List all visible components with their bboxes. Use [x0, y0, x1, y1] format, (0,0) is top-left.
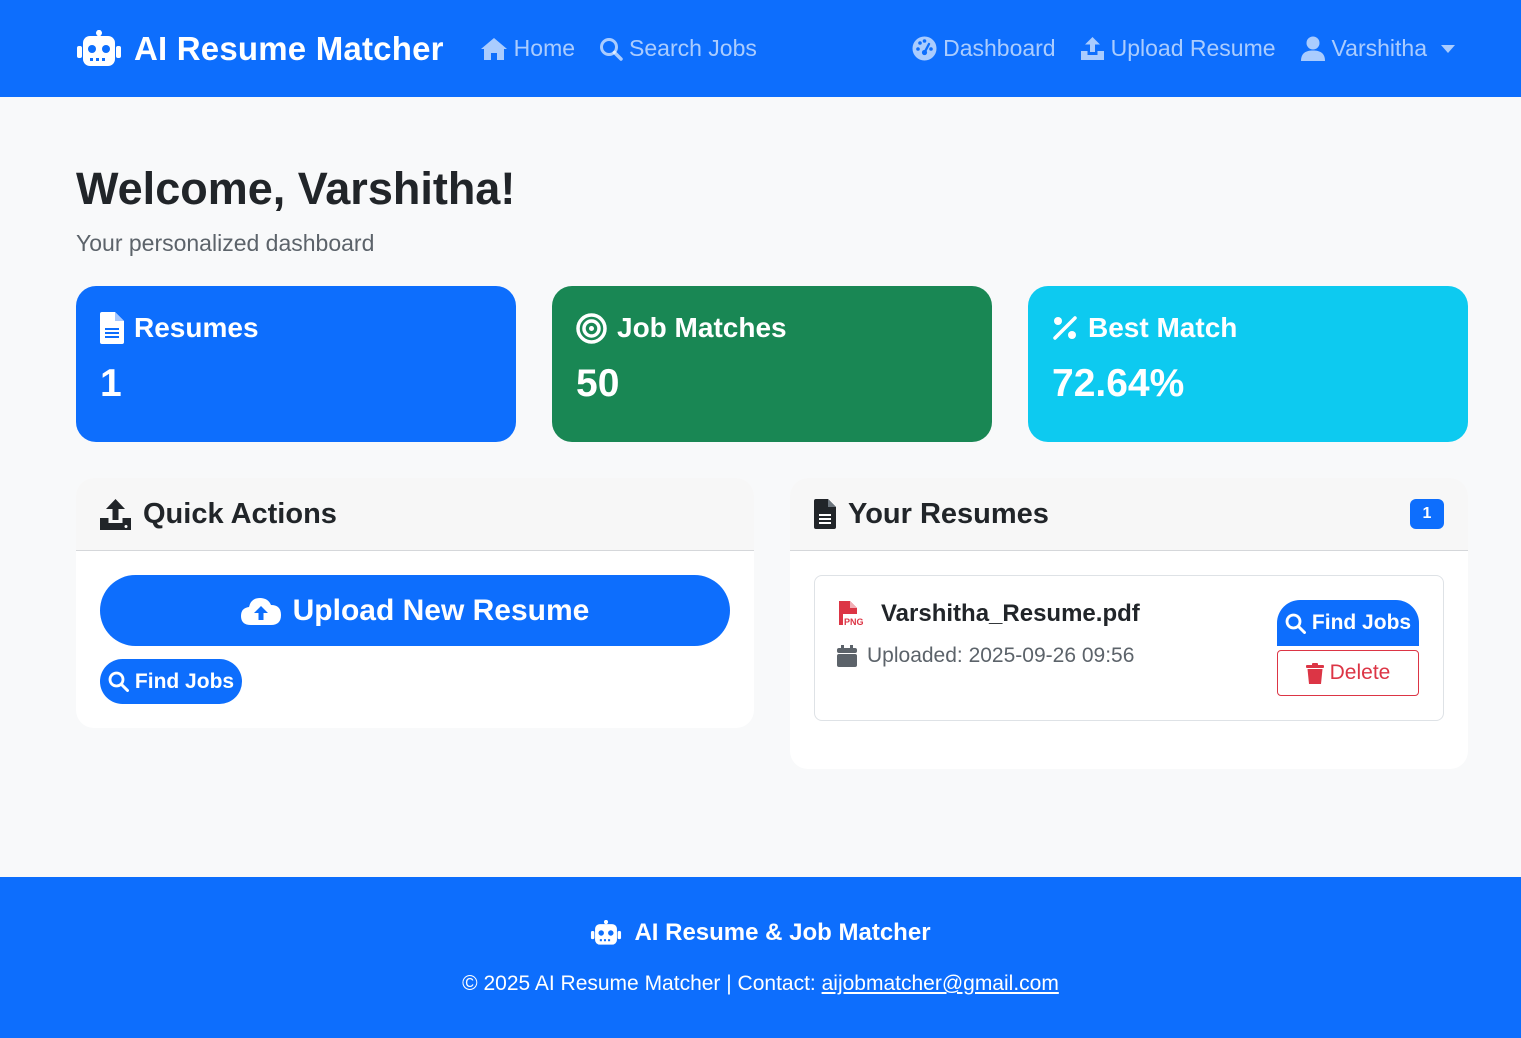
resume-find-jobs-label: Find Jobs [1311, 611, 1412, 634]
user-name: Varshitha [1331, 35, 1427, 61]
nav-left: Home Search Jobs [480, 35, 781, 62]
stat-card-job-matches: Job Matches 50 [552, 286, 992, 442]
nav-dashboard[interactable]: Dashboard [912, 35, 1056, 62]
resume-upload-date-row: Uploaded: 2025-09-26 09:56 [837, 644, 1134, 668]
file-image-icon: PNG [837, 601, 863, 627]
quick-actions-card: Quick Actions Upload New Resume Find Job… [76, 478, 754, 728]
upload-icon [100, 498, 131, 530]
nav-search-jobs-label: Search Jobs [629, 35, 757, 61]
your-resumes-header: Your Resumes 1 [790, 478, 1468, 551]
gauge-icon [912, 36, 937, 61]
stat-label-resumes: Resumes [134, 312, 259, 343]
footer-title: AI Resume & Job Matcher [634, 919, 931, 946]
page-subtitle: Your personalized dashboard [76, 230, 375, 256]
robot-icon [76, 29, 122, 68]
nav-home-label: Home [513, 35, 576, 61]
file-icon [814, 499, 836, 529]
target-icon [576, 312, 607, 344]
brand-title: AI Resume Matcher [134, 29, 444, 67]
resume-file-name-row: PNG Varshitha_Resume.pdf [837, 600, 1140, 628]
footer-copyright: © 2025 AI Resume Matcher | Contact: aijo… [0, 972, 1521, 996]
resume-list-item: PNG Varshitha_Resume.pdf Uploaded: 2025-… [814, 575, 1444, 721]
file-icon [100, 312, 124, 344]
robot-icon [590, 920, 622, 946]
nav-dashboard-label: Dashboard [943, 35, 1056, 61]
stat-value-best-match: 72.64% [1052, 362, 1185, 405]
upload-new-resume-label: Upload New Resume [292, 593, 590, 627]
search-icon [108, 671, 129, 692]
your-resumes-card: Your Resumes 1 PNG Varshitha_Resume.pdf [790, 478, 1468, 769]
resume-find-jobs-button[interactable]: Find Jobs [1277, 600, 1419, 646]
resume-delete-label: Delete [1329, 661, 1391, 684]
user-icon [1300, 36, 1326, 61]
brand-link[interactable]: AI Resume Matcher [76, 29, 444, 68]
footer-copyright-text: © 2025 AI Resume Matcher | Contact: [462, 972, 822, 995]
cloud-upload-icon [240, 596, 281, 625]
upload-new-resume-button[interactable]: Upload New Resume [100, 575, 730, 646]
quick-actions-title: Quick Actions [143, 497, 337, 530]
resume-file-name: Varshitha_Resume.pdf [881, 600, 1140, 627]
svg-text:PNG: PNG [844, 617, 863, 627]
chevron-down-icon [1441, 44, 1455, 53]
search-icon [1285, 613, 1306, 634]
stat-label-best-match: Best Match [1088, 312, 1238, 343]
nav-home[interactable]: Home [480, 35, 575, 62]
nav-upload-resume-label: Upload Resume [1110, 35, 1276, 61]
resume-count-badge: 1 [1410, 499, 1444, 529]
stat-label-job-matches: Job Matches [617, 312, 787, 343]
upload-icon [1080, 36, 1105, 61]
nav-upload-resume[interactable]: Upload Resume [1080, 35, 1276, 62]
footer-title-row: AI Resume & Job Matcher [0, 919, 1521, 947]
search-icon [599, 37, 623, 61]
find-jobs-label: Find Jobs [134, 669, 235, 693]
quick-actions-header: Quick Actions [76, 478, 754, 551]
your-resumes-title: Your Resumes [848, 497, 1049, 530]
resume-delete-button[interactable]: Delete [1277, 650, 1419, 696]
user-menu-toggle[interactable]: Varshitha [1300, 35, 1455, 62]
find-jobs-button[interactable]: Find Jobs [100, 659, 242, 704]
percent-icon [1052, 315, 1078, 341]
stat-card-resumes: Resumes 1 [76, 286, 516, 442]
stat-value-job-matches: 50 [576, 362, 620, 405]
calendar-icon [837, 645, 857, 667]
nav-search-jobs[interactable]: Search Jobs [599, 35, 757, 62]
trash-icon [1305, 662, 1324, 684]
navbar: AI Resume Matcher Home Search Jobs Dashb… [0, 0, 1521, 97]
stat-value-resumes: 1 [100, 362, 122, 405]
stat-card-best-match: Best Match 72.64% [1028, 286, 1468, 442]
footer-email-link[interactable]: aijobmatcher@gmail.com [822, 972, 1059, 995]
footer: AI Resume & Job Matcher © 2025 AI Resume… [0, 877, 1521, 1038]
home-icon [480, 37, 508, 61]
nav-right: Dashboard Upload Resume Varshitha [888, 35, 1455, 62]
resume-upload-date: Uploaded: 2025-09-26 09:56 [867, 644, 1135, 667]
page-title: Welcome, Varshitha! [76, 163, 516, 214]
